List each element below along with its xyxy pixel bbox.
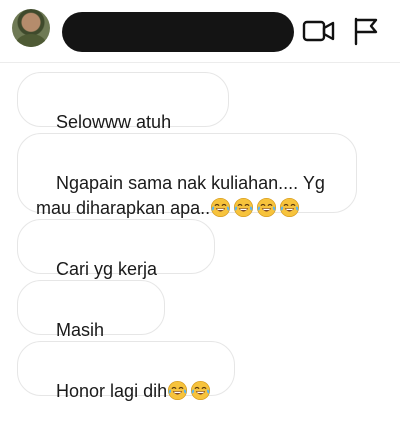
message-thread[interactable]: Selowww atuh neng Ngapain sama nak kulia…	[0, 62, 400, 401]
message-bubble[interactable]: Honor lagi dih	[17, 341, 235, 401]
tears-of-joy-emoji-icon	[257, 197, 277, 218]
chat-header	[0, 0, 400, 63]
video-call-button[interactable]	[302, 18, 336, 44]
message-bubble[interactable]: Masih kuliah	[17, 280, 165, 365]
tears-of-joy-emoji-icon	[211, 197, 231, 218]
emoji-group	[167, 380, 213, 401]
emoji-group	[210, 197, 302, 218]
report-button[interactable]	[352, 16, 380, 46]
flag-icon	[354, 17, 378, 46]
avatar-figure	[16, 34, 46, 47]
tears-of-joy-emoji-icon	[280, 197, 300, 218]
tears-of-joy-emoji-icon	[234, 197, 254, 218]
tears-of-joy-emoji-icon	[168, 380, 188, 401]
tears-of-joy-emoji-icon	[191, 380, 211, 401]
message-text: Honor lagi dih	[56, 381, 168, 401]
redacted-contact-name[interactable]	[62, 12, 294, 52]
avatar[interactable]	[12, 9, 50, 47]
video-camera-icon	[302, 20, 335, 42]
message-bubble[interactable]: Selowww atuh neng	[17, 72, 229, 157]
message-bubble[interactable]: Cari yg kerja dong	[17, 219, 215, 304]
message-bubble[interactable]: Ngapain sama nak kuliahan.... Yg mau dih…	[17, 133, 357, 218]
